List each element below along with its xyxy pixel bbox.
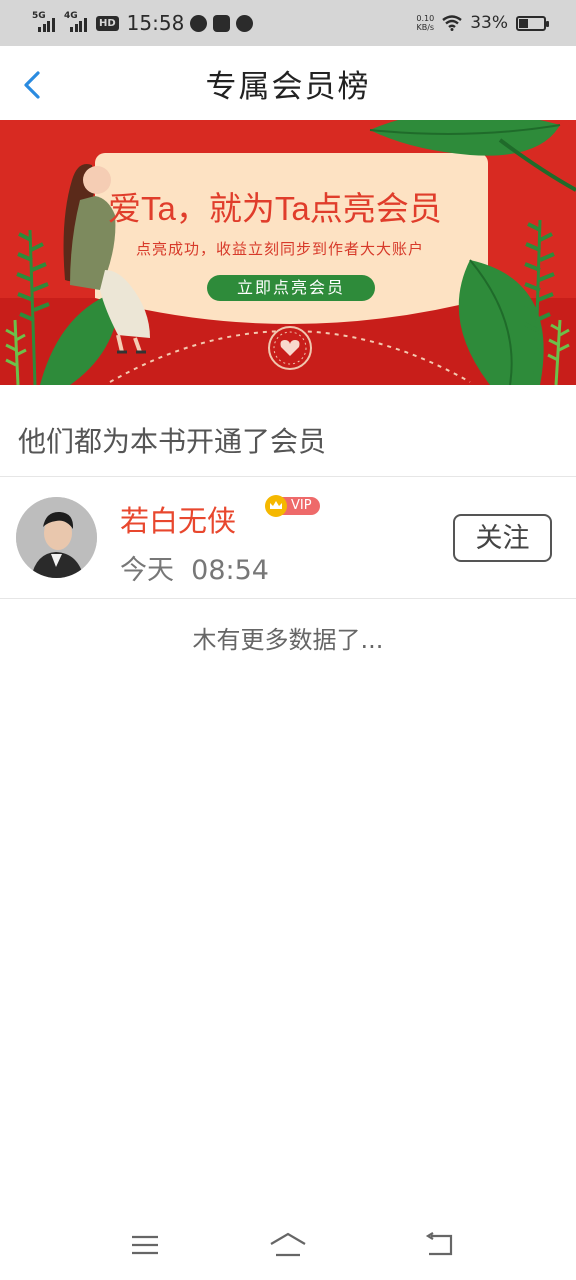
home-icon[interactable]: [268, 1228, 308, 1262]
wifi-icon: [442, 15, 462, 31]
promo-banner[interactable]: 爱Ta，就为Ta点亮会员 点亮成功，收益立刻同步到作者大大账户 立即点亮会员: [0, 120, 576, 385]
list-end-message: 木有更多数据了...: [192, 626, 384, 654]
crown-icon: [265, 495, 287, 517]
chevron-left-icon[interactable]: [20, 70, 46, 100]
signal-4g-icon: 4G: [64, 11, 90, 32]
page-title: 专属会员榜: [205, 68, 371, 105]
member-name[interactable]: 若白无侠: [120, 498, 236, 540]
net-speed-unit: KB/s: [416, 23, 435, 32]
battery-icon: [516, 15, 549, 31]
compass-icon: [190, 14, 208, 32]
banner-subtitle: 点亮成功，收益立刻同步到作者大大账户: [136, 240, 425, 258]
divider: [0, 598, 576, 599]
menu-icon[interactable]: [125, 1228, 165, 1262]
banner-headline: 爱Ta，就为Ta点亮会员: [108, 190, 442, 227]
vip-badge: VIP: [265, 495, 320, 517]
follow-button[interactable]: 关注: [453, 514, 552, 562]
system-nav-bar: [0, 1212, 576, 1280]
wechat-icon: [236, 14, 254, 32]
member-time: 今天 08:54: [120, 555, 269, 586]
hd-icon: HD: [96, 15, 119, 31]
back-icon[interactable]: [420, 1228, 460, 1262]
section-title: 他们都为本书开通了会员: [18, 425, 327, 458]
status-time: 15:58: [126, 11, 185, 35]
battery-percent: 33%: [470, 13, 508, 33]
avatar[interactable]: [16, 497, 97, 578]
signal-5g-icon: 5G: [32, 11, 58, 32]
net-speed-value: 0.10: [416, 14, 435, 23]
net-speed: 0.10 KB/s: [416, 14, 434, 32]
status-bar: 5G 4G HD 15:58 0.10 KB/s 33%: [0, 0, 576, 46]
nav-bar: 专属会员榜: [0, 46, 576, 120]
banner-cta-button[interactable]: 立即点亮会员: [207, 275, 375, 301]
app-notification-icon: [213, 14, 231, 32]
